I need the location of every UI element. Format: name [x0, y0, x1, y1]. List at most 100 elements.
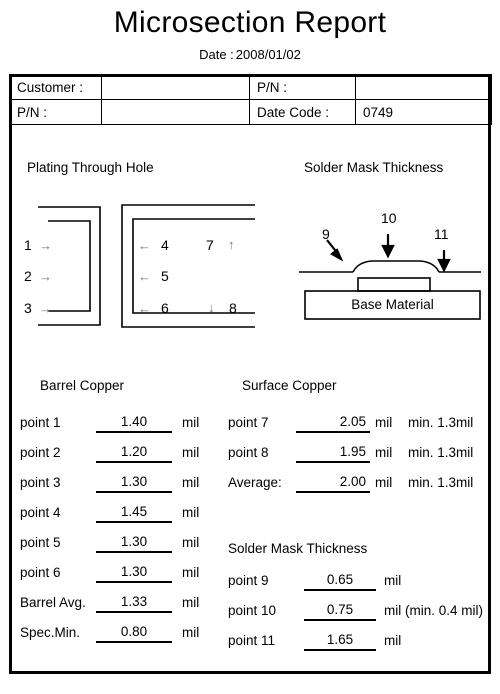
row-label: point 7 — [228, 415, 269, 430]
microsection-report-page: Microsection Report Date :2008/01/02 Cus… — [0, 0, 500, 694]
row-unit: mil — [182, 565, 200, 580]
barrel-average-row: Barrel Avg. 1.33 mil — [20, 591, 230, 621]
table-row: P/N : Date Code : 0749 — [9, 99, 492, 125]
pth-label-4: 4 — [161, 237, 169, 253]
arrow-right-icon: → — [39, 301, 52, 316]
page-title: Microsection Report — [113, 6, 387, 39]
row-label: Barrel Avg. — [20, 595, 86, 610]
row-value-field[interactable]: 2.00 — [296, 474, 370, 493]
row-unit: mil — [375, 475, 393, 490]
row-unit: mil — [182, 415, 200, 430]
pn-value[interactable] — [101, 99, 250, 125]
row-value-field[interactable]: 1.45 — [96, 504, 172, 523]
solder-mask-thickness-heading: Solder Mask Thickness — [228, 541, 368, 556]
row-value: 0.75 — [326, 602, 354, 617]
row-label: point 5 — [20, 535, 61, 550]
row-label: point 3 — [20, 475, 61, 490]
date-code-value[interactable]: 0749 — [355, 99, 492, 125]
row-value: 1.30 — [120, 564, 148, 579]
row-label: point 4 — [20, 505, 61, 520]
barrel-spec-min-row: Spec.Min. 0.80 mil — [20, 621, 230, 651]
row-label: point 11 — [228, 633, 276, 648]
row-note: min. 1.3mil — [408, 415, 474, 430]
arrow-up-icon: ↑ — [228, 237, 235, 252]
row-value-field[interactable]: 1.30 — [96, 534, 172, 553]
row-unit: mil — [182, 505, 200, 520]
row-value-field[interactable]: 1.30 — [96, 564, 172, 583]
arrow-down-icon: ↓ — [208, 300, 215, 315]
row-unit: mil — [182, 595, 200, 610]
row-note: min. 1.3mil — [408, 475, 474, 490]
surface-copper-heading: Surface Copper — [242, 378, 337, 393]
row-value-field[interactable]: 0.80 — [96, 624, 172, 643]
plating-through-hole-title: Plating Through Hole — [27, 160, 154, 175]
row-unit: mil — [182, 535, 200, 550]
row-value-field[interactable]: 0.65 — [304, 572, 376, 591]
row-value: 0.65 — [326, 572, 354, 587]
row-unit: mil (min. 0.4 mil) — [384, 603, 484, 618]
pth-label-3: 3 — [24, 300, 32, 316]
row-value: 2.00 — [339, 474, 366, 489]
row-label: point 8 — [228, 445, 269, 460]
pth-label-7: 7 — [206, 237, 214, 253]
pth-label-5: 5 — [161, 268, 169, 284]
row-value-field[interactable]: 1.40 — [96, 414, 172, 433]
row-value: 1.30 — [120, 474, 148, 489]
row-unit: mil — [375, 445, 393, 460]
row-value: 1.45 — [120, 504, 148, 519]
row-unit: mil — [182, 625, 200, 640]
report-date: Date :2008/01/02 — [0, 47, 500, 62]
arrow-right-icon: → — [39, 269, 52, 284]
date-label: Date : — [199, 47, 234, 62]
row-value-field[interactable]: 2.05 — [296, 414, 370, 433]
barrel-row-5: point 5 1.30 mil — [20, 531, 230, 561]
row-value: 1.40 — [120, 414, 148, 429]
row-note: min. 1.3mil — [408, 445, 474, 460]
row-value-field[interactable]: 1.30 — [96, 474, 172, 493]
row-value-field[interactable]: 1.20 — [96, 444, 172, 463]
row-unit: mil — [182, 445, 200, 460]
smt-label-10: 10 — [381, 210, 397, 226]
row-label: Spec.Min. — [20, 625, 81, 640]
row-unit: mil — [384, 573, 402, 588]
solder-mask-thickness-title: Solder Mask Thickness — [304, 160, 444, 175]
smt-row-10: point 10 0.75 mil (min. 0.4 mil) — [228, 599, 492, 629]
row-label: point 10 — [228, 603, 277, 618]
row-value: 1.30 — [120, 534, 148, 549]
table-row: Customer : P/N : — [9, 74, 492, 100]
customer-label: Customer : — [9, 74, 102, 100]
row-value-field[interactable]: 1.33 — [96, 594, 172, 613]
info-table: Customer : P/N : P/N : Date Code : 0749 — [9, 74, 492, 125]
pn-top-label: P/N : — [249, 74, 356, 100]
surface-average-row: Average: 2.00 mil min. 1.3mil — [228, 471, 492, 501]
row-value: 1.33 — [120, 594, 148, 609]
customer-value[interactable] — [101, 74, 250, 100]
row-value-field[interactable]: 1.65 — [304, 632, 376, 651]
smt-label-9: 9 — [322, 226, 330, 242]
pn-top-value[interactable] — [355, 74, 492, 100]
row-label: point 6 — [20, 565, 61, 580]
pth-label-2: 2 — [24, 268, 32, 284]
pth-label-8: 8 — [229, 300, 237, 316]
barrel-copper-heading: Barrel Copper — [40, 378, 125, 393]
row-value: 0.80 — [120, 624, 148, 639]
pth-label-1: 1 — [24, 237, 32, 253]
barrel-row-3: point 3 1.30 mil — [20, 471, 230, 501]
row-value: 1.65 — [326, 632, 354, 647]
row-value-field[interactable]: 1.95 — [296, 444, 370, 463]
arrow-left-icon: ← — [138, 238, 151, 253]
arrow-left-icon: ← — [138, 301, 151, 316]
barrel-row-4: point 4 1.45 mil — [20, 501, 230, 531]
pn-label: P/N : — [9, 99, 102, 125]
arrow-left-icon: ← — [138, 269, 151, 284]
row-value: 2.05 — [339, 414, 366, 429]
barrel-row-2: point 2 1.20 mil — [20, 441, 230, 471]
row-value-field[interactable]: 0.75 — [304, 602, 376, 621]
barrel-row-6: point 6 1.30 mil — [20, 561, 230, 591]
row-unit: mil — [384, 633, 402, 648]
row-label: point 2 — [20, 445, 61, 460]
smt-row-11: point 11 1.65 mil — [228, 629, 492, 659]
barrel-row-1: point 1 1.40 mil — [20, 411, 230, 441]
row-value: 1.95 — [339, 444, 366, 459]
base-material-label: Base Material — [351, 297, 434, 312]
